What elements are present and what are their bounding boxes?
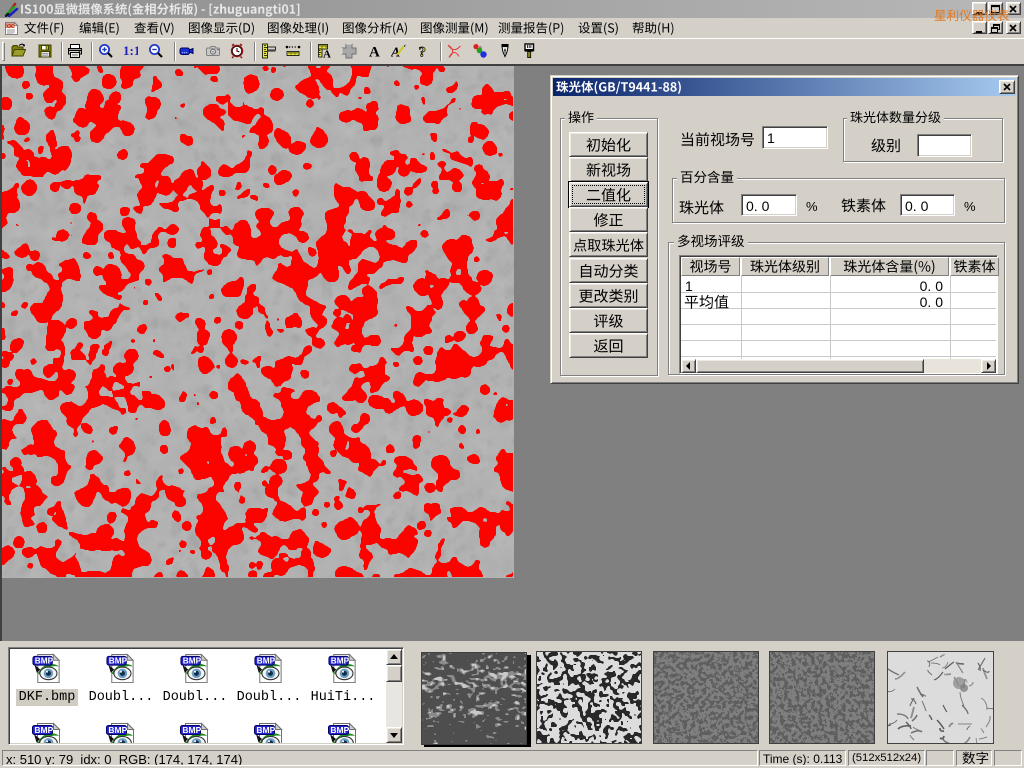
svg-text:BMP: BMP [256,725,275,735]
svg-text:?: ? [419,45,427,60]
svg-text:1:1: 1:1 [123,43,138,58]
svg-text:BMP: BMP [330,725,349,735]
svg-text:BMP: BMP [182,725,201,735]
svg-text:BMP: BMP [109,657,128,666]
svg-text:BMP: BMP [183,657,202,666]
svg-text:BMP: BMP [108,725,127,735]
svg-text:A: A [369,45,380,60]
svg-text:BMP: BMP [257,657,276,666]
svg-text:A: A [323,49,331,60]
svg-text:BMP: BMP [34,725,53,735]
svg-text:BMP: BMP [35,657,54,666]
svg-text:BMP: BMP [331,657,350,666]
